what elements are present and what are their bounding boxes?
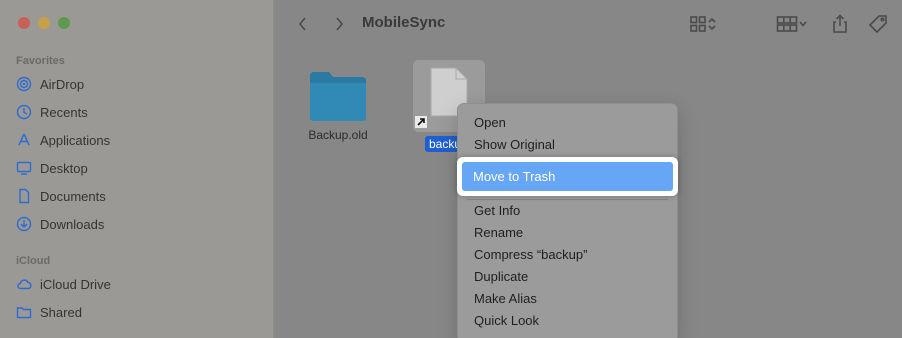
sidebar-item-shared[interactable]: Shared	[16, 301, 82, 323]
window-title: MobileSync	[362, 14, 446, 31]
folder-icon	[310, 72, 366, 121]
tag-icon	[868, 15, 887, 34]
menu-item-make-alias[interactable]: Make Alias	[474, 289, 537, 309]
sidebar-item-applications[interactable]: Applications	[16, 129, 110, 151]
sidebar-item-documents[interactable]: Documents	[16, 185, 106, 207]
sidebar-item-label: Downloads	[40, 216, 105, 232]
document-icon	[16, 188, 32, 204]
icloud-section-title: iCloud	[16, 255, 51, 267]
clock-icon	[16, 104, 32, 120]
forward-button[interactable]	[329, 12, 349, 36]
sidebar-item-label: Desktop	[40, 160, 88, 176]
view-toggle-button[interactable]	[685, 12, 721, 36]
tag-button[interactable]	[867, 12, 889, 36]
minimize-button[interactable]	[38, 17, 50, 29]
menu-item-open[interactable]: Open	[474, 113, 506, 133]
sidebar-item-desktop[interactable]: Desktop	[16, 157, 88, 179]
menu-separator	[467, 199, 668, 200]
sidebar-item-label: Recents	[40, 104, 88, 120]
group-grid-icon	[776, 16, 798, 32]
highlight-callout: Move to Trash	[457, 157, 678, 196]
close-button[interactable]	[18, 17, 30, 29]
window-controls	[18, 17, 70, 29]
shared-folder-icon	[16, 304, 32, 320]
alias-arrow-icon	[415, 116, 427, 128]
menu-item-show-original[interactable]: Show Original	[474, 135, 555, 155]
cloud-icon	[16, 276, 32, 292]
share-icon	[833, 14, 847, 33]
chevron-left-icon	[298, 17, 306, 31]
grid-view-icon	[690, 16, 706, 32]
airdrop-icon	[16, 76, 32, 92]
file-name: Backup.old	[308, 128, 368, 142]
sidebar-item-airdrop[interactable]: AirDrop	[16, 73, 84, 95]
context-menu: Open Show Original Get Info Rename Compr…	[457, 103, 678, 338]
group-button[interactable]	[772, 12, 812, 36]
sidebar-item-recents[interactable]: Recents	[16, 101, 88, 123]
menu-item-duplicate[interactable]: Duplicate	[474, 267, 528, 287]
chevron-down-icon	[799, 21, 807, 27]
sidebar-item-label: iCloud Drive	[40, 276, 111, 292]
menu-item-quick-look[interactable]: Quick Look	[474, 311, 539, 331]
desktop-icon	[16, 160, 32, 176]
applications-icon	[16, 132, 32, 148]
favorites-section-title: Favorites	[16, 55, 65, 67]
sidebar-item-label: Documents	[40, 188, 106, 204]
sidebar: Favorites AirDrop Recents Applications D…	[0, 0, 274, 338]
sidebar-item-label: AirDrop	[40, 76, 85, 92]
sidebar-item-label: Applications	[40, 132, 111, 148]
chevron-right-icon	[336, 17, 344, 31]
file-item-backup-old[interactable]: Backup.old	[303, 68, 373, 142]
share-button[interactable]	[830, 12, 850, 36]
back-button[interactable]	[293, 12, 313, 36]
menu-item-compress[interactable]: Compress “backup”	[474, 245, 587, 265]
chevron-updown-icon	[708, 17, 716, 31]
sidebar-item-downloads[interactable]: Downloads	[16, 213, 104, 235]
sidebar-item-label: Shared	[40, 304, 82, 320]
menu-item-rename[interactable]: Rename	[474, 223, 523, 243]
zoom-button[interactable]	[58, 17, 70, 29]
menu-item-label: Move to Trash	[473, 169, 556, 184]
menu-item-get-info[interactable]: Get Info	[474, 201, 520, 221]
download-icon	[16, 216, 32, 232]
sidebar-item-icloud-drive[interactable]: iCloud Drive	[16, 273, 111, 295]
menu-item-move-to-trash[interactable]: Move to Trash	[462, 162, 673, 191]
